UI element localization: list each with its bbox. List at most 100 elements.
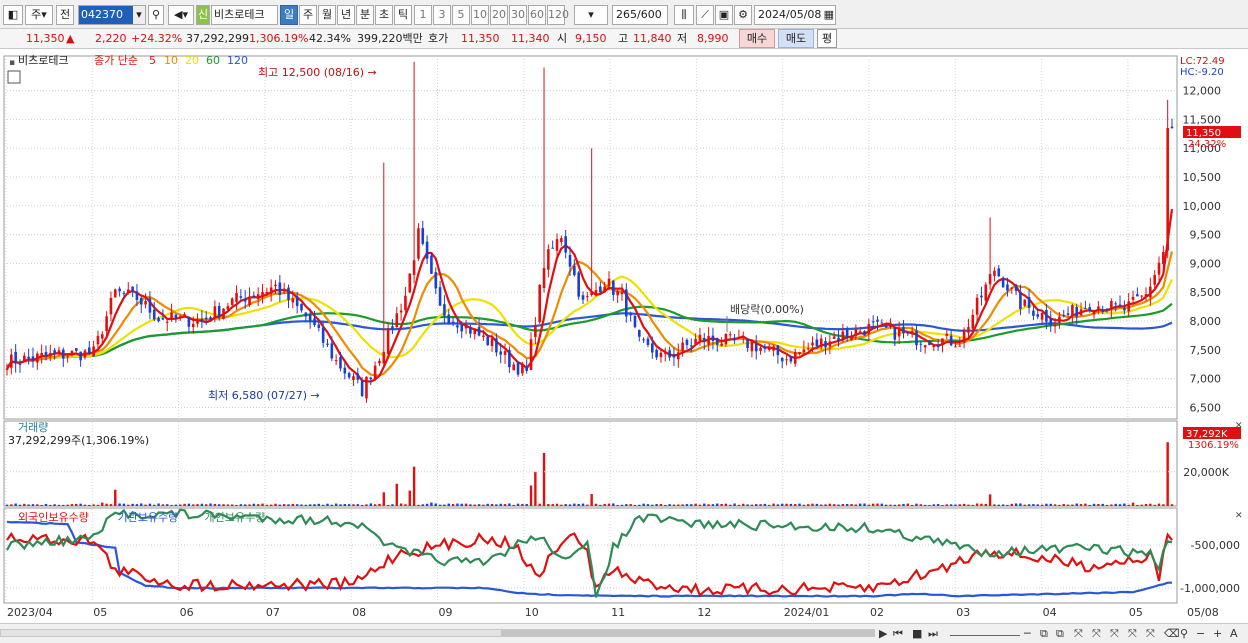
trend-icon[interactable]: ⤧ (1092, 627, 1101, 641)
period-dropdown[interactable]: 주▾ (25, 5, 53, 25)
candle-body (542, 268, 546, 288)
chart-menu-icon[interactable]: ◧ (3, 5, 23, 25)
step-back-icon[interactable]: ⏮ (893, 627, 903, 641)
candle-body (174, 314, 178, 319)
candle-body (1114, 303, 1117, 305)
pointer-icon[interactable]: ⤧ (1146, 627, 1155, 641)
gear-icon[interactable]: ⚙ (734, 5, 752, 25)
fib-icon[interactable]: ⤧ (1110, 627, 1119, 641)
zoom-slider[interactable] (950, 627, 1020, 636)
volume-bar (876, 503, 879, 506)
period-tab-4[interactable]: 분 (356, 5, 374, 25)
interval-tab-2[interactable]: 5 (452, 5, 470, 25)
volume-bar (395, 483, 398, 506)
volume-bar (274, 503, 277, 506)
interval-tab-6[interactable]: 60 (528, 5, 546, 25)
candle-body (317, 324, 321, 328)
period-tab-0[interactable]: 일 (280, 5, 298, 25)
arrow-tool-icon[interactable]: ⤧ (1128, 627, 1137, 641)
period-tab-5[interactable]: 초 (375, 5, 393, 25)
volume-bar (291, 503, 295, 506)
period-tab-3[interactable]: 년 (337, 5, 355, 25)
candle-body (252, 295, 256, 297)
interval-tab-5[interactable]: 30 (509, 5, 527, 25)
volume-bar (179, 504, 182, 506)
volume-bar (594, 503, 598, 506)
candle-body (1066, 313, 1070, 315)
current-price: 11,350 (26, 32, 65, 45)
candle-body (681, 342, 684, 351)
copy-icon[interactable]: ⧉ (1056, 627, 1064, 641)
volume-bar (586, 504, 589, 506)
candle-body (343, 367, 347, 374)
scroll-right-icon[interactable]: ▶ (879, 627, 887, 640)
interval-tab-4[interactable]: 20 (490, 5, 508, 25)
candle-body (235, 293, 238, 302)
candle-body (456, 325, 459, 328)
candle-type-icon[interactable]: ⫼ (674, 5, 694, 25)
candle-body (399, 310, 403, 313)
volume-bar (92, 504, 95, 506)
candle-body (326, 343, 329, 345)
candle-body (352, 376, 355, 381)
period-tab-2[interactable]: 월 (318, 5, 336, 25)
candle (430, 252, 433, 275)
stock-chart[interactable]: 6,500 7,000 7,500 8,000 8,500 9,000 9,500 10,00… (0, 50, 1248, 623)
candle-body (564, 236, 567, 253)
save-icon[interactable]: ▣ (715, 5, 733, 25)
speaker-icon[interactable]: ◀▾ (168, 5, 194, 25)
candle-body (802, 349, 806, 353)
time-tick-label: 08 (352, 606, 366, 619)
interval-dropdown[interactable]: ▾ (574, 5, 608, 25)
volume-bar (57, 504, 61, 506)
scrollbar-thumb[interactable] (501, 630, 875, 636)
candle-body (291, 298, 295, 303)
horizontal-scrollbar[interactable] (0, 629, 875, 637)
count-input[interactable]: 265/600 (612, 5, 668, 25)
volume-bar (664, 504, 667, 506)
fast-forward-icon[interactable]: ⏭ (928, 627, 938, 641)
interval-tab-3[interactable]: 10 (471, 5, 489, 25)
eval-button[interactable]: 평 (817, 29, 837, 48)
plus-icon[interactable]: + (1213, 627, 1222, 640)
eraser-icon[interactable]: ⌫ (1164, 627, 1180, 640)
candle-body (975, 297, 979, 315)
search-icon[interactable]: ⚲ (148, 5, 164, 25)
volume-bar (1127, 504, 1130, 506)
interval-tab-1[interactable]: 3 (433, 5, 451, 25)
time-tick-label: 06 (180, 606, 194, 619)
font-size-icon[interactable]: A (1230, 627, 1238, 640)
line-tool-icon[interactable]: ⟋ (696, 5, 714, 25)
candle-body (698, 334, 702, 341)
period-tab-6[interactable]: 틱 (394, 5, 412, 25)
interval-tab-7[interactable]: 120 (547, 5, 569, 25)
zoom-out-icon[interactable]: ─ (1024, 627, 1031, 640)
sell-button[interactable]: 매도 (778, 29, 814, 48)
period-tab-1[interactable]: 주 (299, 5, 317, 25)
zoom-icon[interactable]: ⚲ (1180, 627, 1188, 640)
prev-button[interactable]: 전 (56, 5, 74, 25)
stock-code-input[interactable]: 042370 ▾ (78, 5, 146, 25)
volume-bar (919, 504, 923, 506)
minus-icon[interactable]: − (1196, 627, 1205, 640)
buy-button[interactable]: 매수 (739, 29, 775, 48)
volume-bar (218, 504, 221, 506)
interval-tab-0[interactable]: 1 (414, 5, 432, 25)
candle-body (1118, 304, 1122, 306)
window-icon[interactable]: ⧉ (1040, 627, 1048, 641)
candle-body (213, 306, 217, 319)
candle-body (798, 352, 801, 355)
volume-bar (365, 504, 368, 506)
volume-bar (1079, 504, 1083, 506)
candle-body (248, 296, 251, 305)
volume-bar (690, 504, 693, 506)
volume-bar (434, 503, 437, 506)
candle-body (650, 343, 654, 353)
volume-bar (893, 504, 897, 506)
volume-bar (10, 504, 13, 506)
date-input[interactable]: 2024/05/08 ▦ (754, 5, 836, 25)
stop-icon[interactable]: ■ (912, 627, 922, 640)
volume-bar (226, 504, 230, 506)
candle-body (832, 336, 836, 339)
crosshair-icon[interactable]: ⤧ (1074, 627, 1083, 641)
